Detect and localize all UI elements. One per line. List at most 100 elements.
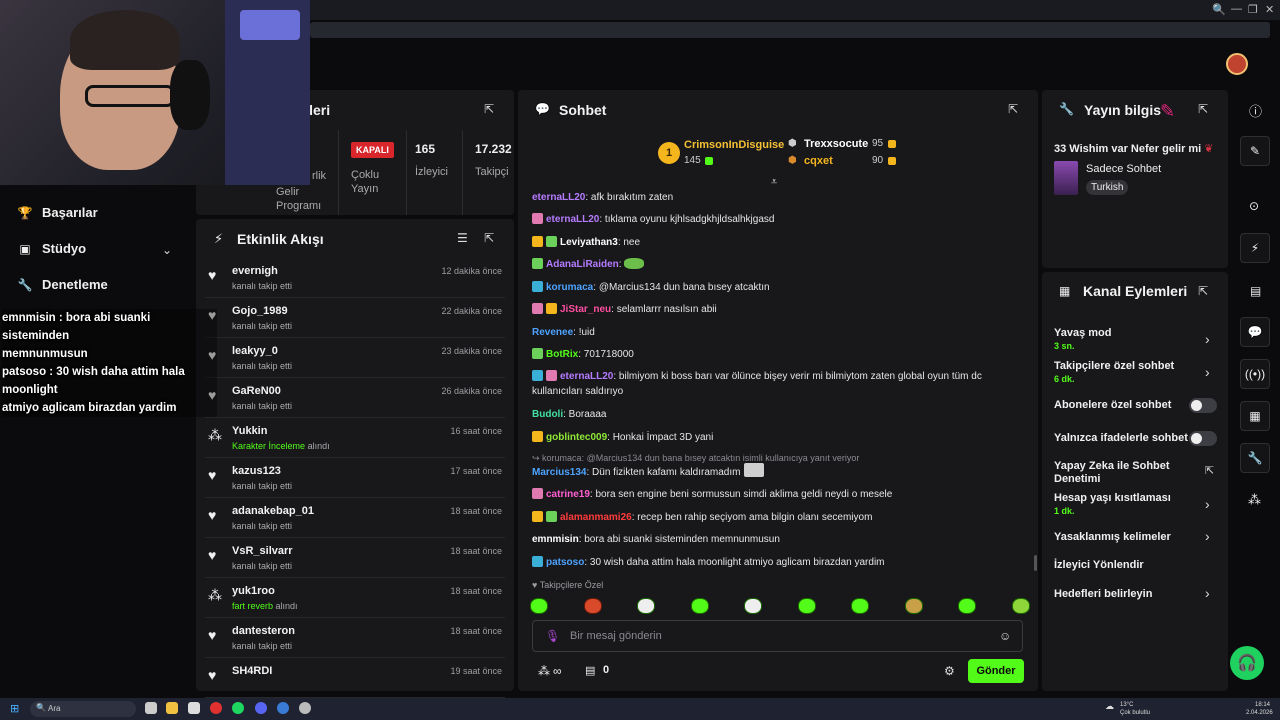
send-button[interactable]: Gönder [968,659,1024,683]
slow-mode-item[interactable]: Yavaş mod 3 sn. [1054,327,1111,353]
broadcast-icon[interactable]: ((•)) [1240,359,1270,389]
activity-item[interactable]: ♥ leakyy_0 kanalı takip etti 23 dakika önce [205,338,505,378]
leader-name[interactable]: cqxet [804,155,833,167]
close-button[interactable]: ✕ [1265,3,1274,16]
popout-icon[interactable]: ⇱ [1198,284,1208,298]
gear-icon[interactable]: ⚙ [944,664,955,678]
wrench-icon[interactable]: 🔧 [1240,443,1270,473]
target-icon[interactable]: ⊙ [1249,199,1259,213]
chat-username[interactable]: patsoso [546,557,584,568]
goals-item[interactable]: Hedefleri belirleyin [1054,588,1152,601]
chevron-right-icon[interactable]: › [1205,331,1210,347]
emote-icon[interactable] [530,598,548,614]
activity-item[interactable]: ♥ adanakebap_01 kanalı takip etti 18 saat ö… [205,498,505,538]
nav-item-studio[interactable]: ▣ Stüdyo [18,241,86,256]
support-button[interactable]: 🎧 [1230,646,1264,680]
document-icon[interactable]: ▤ [1250,284,1261,298]
clock-date[interactable]: 2.04.2026 [1246,709,1273,717]
obs-icon[interactable] [299,702,311,714]
spotify-icon[interactable] [232,702,244,714]
subs-chat-toggle[interactable] [1189,398,1217,413]
pencil-icon[interactable]: ✎ [1240,136,1270,166]
activity-username[interactable]: evernigh [232,265,278,277]
banned-words-item[interactable]: Yasaklanmış kelimeler [1054,531,1171,544]
activity-item[interactable]: ⁂ yuk1roo fart reverb alındı 18 saat önce [205,578,505,618]
activity-username[interactable]: yuk1roo [232,585,275,597]
activity-username[interactable]: GaReN00 [232,385,281,397]
emoji-picker-icon[interactable]: ☺ [999,629,1011,643]
popout-icon[interactable]: ⇱ [484,231,494,245]
multistream-stat[interactable]: KAPALI Çoklu Yayın [338,130,406,215]
collapse-icon[interactable]: ⩡ [771,176,777,189]
chat-username[interactable]: Leviyathan3 [560,237,618,248]
popout-icon[interactable]: ⇱ [484,102,494,116]
chat-username[interactable]: Budoli [532,409,563,420]
chevron-right-icon[interactable]: › [1205,585,1210,601]
leader-name[interactable]: CrimsonInDisguise [684,139,784,151]
discord-icon[interactable] [255,702,267,714]
chevron-down-icon[interactable]: ⌄ [162,243,172,257]
app-icon[interactable] [277,702,289,714]
app-icon[interactable] [188,702,200,714]
chat-username[interactable]: JiStar_neu [560,304,611,315]
points-icon[interactable]: ⁂ [538,664,550,678]
emote-icon[interactable] [904,598,923,614]
activity-username[interactable]: Gojo_1989 [232,305,288,317]
chat-input[interactable]: 🎙 Bir mesaj gönderin ☺ [532,620,1023,652]
chat-icon[interactable]: 💬 [1240,317,1270,347]
activity-item[interactable]: ♥ SH4RDI 19 saat önce [205,658,505,698]
nav-item-moderation[interactable]: 🔧 Denetleme [18,277,108,292]
chat-username[interactable]: AdanaLiRaiden [546,259,619,270]
category-thumbnail[interactable] [1054,161,1078,195]
activity-item[interactable]: ♥ VsR_silvarr kanalı takip etti 18 saat önc… [205,538,505,578]
emote-icon[interactable] [851,598,870,614]
edit-icon[interactable]: ✎ [1160,101,1175,122]
chat-username[interactable]: Revenee [532,327,573,338]
tag-badge[interactable]: Turkish [1086,180,1129,195]
emote-icon[interactable] [583,598,602,614]
store-icon[interactable]: ▤ [585,664,595,677]
clock-time[interactable]: 18:14 [1255,701,1270,709]
activity-item[interactable]: ♥ Gojo_1989 kanalı takip etti 22 dakika önc… [205,298,505,338]
activity-item[interactable]: ♥ dantesteron kanalı takip etti 18 saat önc… [205,618,505,658]
address-bar[interactable] [310,22,1270,38]
activity-item[interactable]: ♥ GaReN00 kanalı takip etti 26 dakika önce [205,378,505,418]
chat-username[interactable]: BotRix [546,349,578,360]
lightning-icon[interactable]: ⚡ [1240,233,1270,263]
chat-username[interactable]: eternaLL20 [546,214,599,225]
popout-icon[interactable]: ⇱ [1008,102,1018,116]
opera-icon[interactable] [210,702,222,714]
age-restriction-item[interactable]: Hesap yaşı kısıtlaması 1 dk. [1054,492,1171,518]
emotes-chat-toggle[interactable] [1189,431,1217,446]
emote-icon[interactable] [958,598,977,614]
task-view-icon[interactable] [145,702,157,714]
chevron-right-icon[interactable]: › [1205,364,1210,380]
file-explorer-icon[interactable] [166,702,178,714]
activity-username[interactable]: VsR_silvarr [232,545,293,557]
chat-username[interactable]: emnmisin [532,534,579,545]
chat-username[interactable]: eternaLL20 [532,192,585,203]
points-icon[interactable]: ⁂ [1248,492,1261,508]
search-icon[interactable]: 🔍 [1212,3,1226,16]
activity-username[interactable]: SH4RDI [232,665,272,677]
redirect-item[interactable]: İzleyici Yönlendir [1054,559,1144,572]
activity-username[interactable]: adanakebap_01 [232,505,314,517]
activity-item[interactable]: ♥ evernigh kanalı takip etti 12 dakika önce [205,258,505,298]
chat-username[interactable]: korumaca [546,282,593,293]
emote-icon[interactable] [637,598,656,614]
activity-username[interactable]: Yukkin [232,425,267,437]
external-link-icon[interactable]: ⇱ [1205,464,1214,477]
minimize-button[interactable]: — [1231,3,1242,15]
nav-item-achievements[interactable]: 🏆 Başarılar [18,205,98,220]
user-avatar[interactable] [1226,53,1248,75]
chevron-right-icon[interactable]: › [1205,528,1210,544]
leader-name[interactable]: Trexxsocute [804,138,868,150]
emote-icon[interactable] [1011,598,1030,614]
microphone-icon[interactable]: 🎙 [545,629,560,643]
chat-username[interactable]: alamanmami26 [560,512,632,523]
followers-chat-item[interactable]: Takipçilere özel sohbet 6 dk. [1054,360,1174,386]
activity-username[interactable]: leakyy_0 [232,345,278,357]
emote-icon[interactable] [797,598,816,614]
category-name[interactable]: Sadece Sohbet [1086,163,1161,175]
weather-icon[interactable]: ☁ [1105,701,1114,712]
